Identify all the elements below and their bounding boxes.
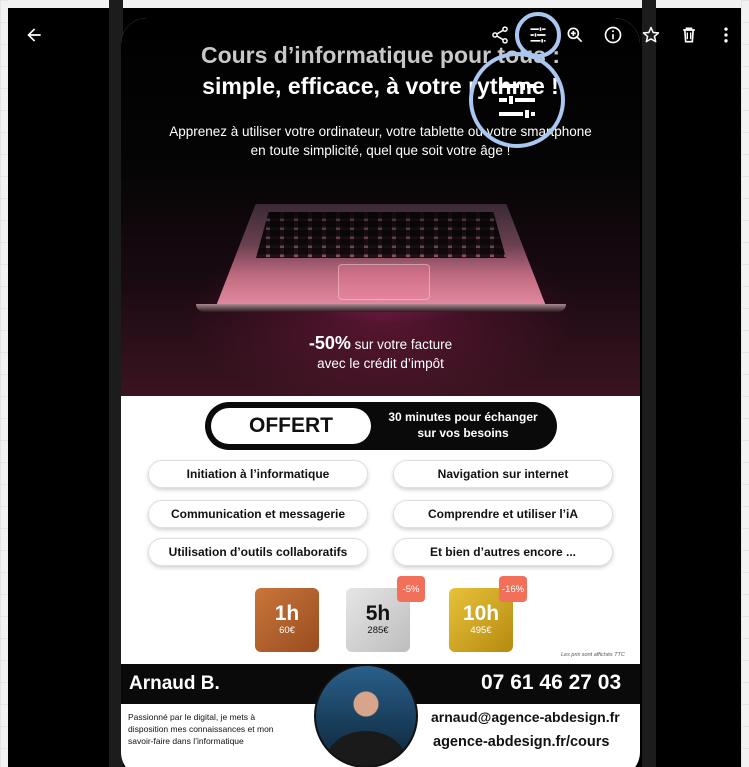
topic-pill: Navigation sur internet [393, 460, 613, 488]
topic-pill: Comprendre et utiliser l’iA [393, 500, 613, 528]
share-icon[interactable] [488, 23, 512, 47]
topic-pill: Communication et messagerie [148, 500, 368, 528]
background-grid-left [0, 0, 8, 767]
offer-line-1: 30 minutes pour échanger [388, 410, 538, 424]
price-amount: 285€ [367, 625, 389, 636]
background-grid-right [741, 0, 749, 767]
contact-name: Arnaud B. [129, 673, 220, 694]
contact-website: agence-abdesign.fr/cours [433, 734, 610, 750]
contact-phone: 07 61 46 27 03 [481, 671, 622, 694]
adjust-icon-magnified [499, 82, 535, 118]
price-amount: 60€ [279, 625, 295, 636]
bio-line-3: savoir-faire dans l’informatique [128, 736, 244, 746]
price-hours: 10h [462, 602, 500, 625]
bio-line-1: Passionné par le digital, je mets à [128, 712, 256, 722]
price-amount: 495€ [470, 625, 492, 636]
contact-bio: Passionné par le digital, je mets à disp… [128, 711, 308, 747]
flyer-image[interactable]: Cours d’informatique pour tous : simple,… [121, 18, 640, 767]
avatar [314, 664, 418, 767]
offer-line-2: sur vos besoins [417, 426, 509, 440]
contact-email: arnaud@agence-abdesign.fr [431, 709, 620, 725]
price-card-1h: 1h 60€ [255, 588, 319, 652]
bio-line-2: disposition mes connaissances et mon [128, 724, 274, 734]
discount-badge: -16% [499, 576, 527, 602]
topic-pill: Utilisation d’outils collaboratifs [148, 538, 368, 566]
flyer-subline: Apprenez à utiliser votre ordinateur, vo… [121, 122, 640, 160]
topic-pill: Initiation à l’informatique [148, 460, 368, 488]
laptop-illustration [196, 198, 566, 318]
back-arrow-icon[interactable] [22, 23, 46, 47]
price-fineprint: Les prix sont affichés TTC [561, 652, 625, 658]
subline-line-1: Apprenez à utiliser votre ordinateur, vo… [169, 124, 592, 139]
trash-icon[interactable] [677, 23, 701, 47]
price-hours: 5h [365, 602, 391, 625]
photo-viewer: Cours d’informatique pour tous : simple,… [0, 0, 749, 767]
highlight-ring-small [515, 12, 561, 58]
discount-percent: -50% [308, 333, 351, 353]
topic-pill: Et bien d’autres encore ... [393, 538, 613, 566]
offer-banner: OFFERT 30 minutes pour échanger sur vos … [205, 402, 557, 450]
info-icon[interactable] [601, 23, 625, 47]
image-margin-right [642, 0, 656, 767]
discount-line-1: sur votre facture [350, 337, 453, 352]
discount-line-2: avec le crédit d’impôt [317, 356, 444, 371]
subline-line-2: en toute simplicité, quel que soit votre… [250, 143, 511, 158]
zoom-in-icon[interactable] [563, 23, 587, 47]
offer-label: OFFERT [211, 408, 371, 444]
offer-description: 30 minutes pour échanger sur vos besoins [375, 409, 551, 441]
star-icon[interactable] [639, 23, 663, 47]
discount-badge: -5% [397, 576, 425, 602]
discount-text: -50% sur votre facture avec le crédit d’… [121, 334, 640, 373]
more-icon[interactable] [714, 23, 738, 47]
price-hours: 1h [274, 602, 300, 625]
